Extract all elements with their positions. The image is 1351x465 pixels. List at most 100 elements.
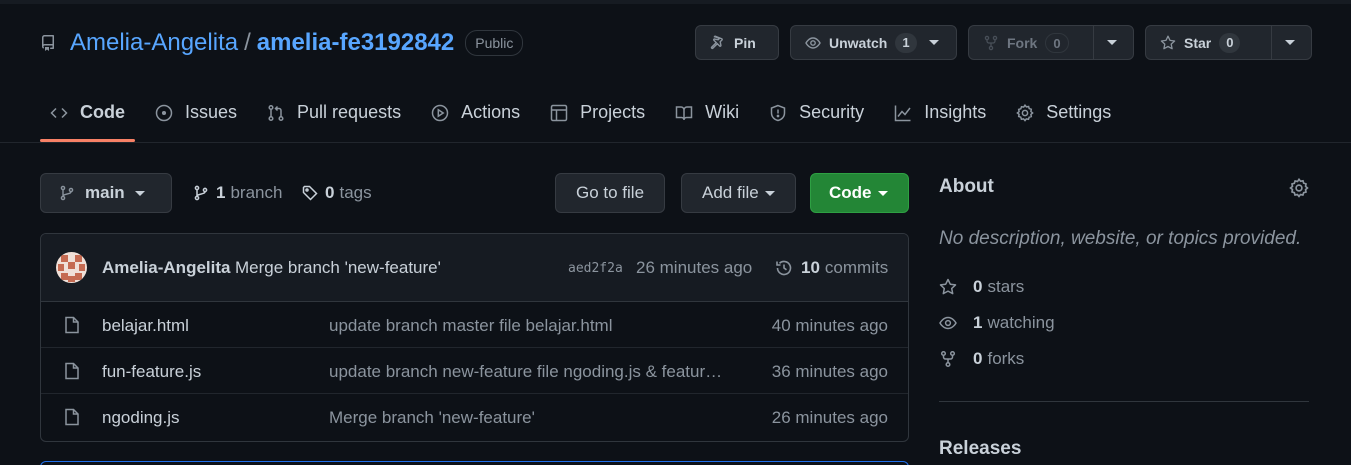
tag-label: tags bbox=[339, 183, 372, 202]
pin-icon bbox=[710, 35, 723, 49]
unwatch-label: Unwatch bbox=[829, 34, 888, 51]
repo-icon bbox=[41, 35, 54, 51]
code-download-button[interactable]: Code bbox=[810, 173, 909, 213]
star-icon bbox=[1160, 35, 1176, 49]
add-file-button[interactable]: Add file bbox=[681, 173, 796, 213]
top-border bbox=[0, 0, 1351, 4]
branch-select-button[interactable]: main bbox=[40, 173, 172, 213]
chevron-down-icon bbox=[928, 40, 939, 45]
file-time: 40 minutes ago bbox=[771, 316, 888, 335]
file-row[interactable]: ngoding.js Merge branch 'new-feature' 26… bbox=[41, 394, 908, 440]
stars-label: stars bbox=[987, 277, 1025, 296]
eye-icon bbox=[805, 36, 821, 49]
star-icon bbox=[939, 278, 957, 295]
visibility-badge: Public bbox=[465, 30, 524, 56]
star-button[interactable]: Star 0 bbox=[1145, 25, 1312, 60]
tab-issues-label: Issues bbox=[185, 102, 238, 122]
chevron-down-icon bbox=[134, 190, 145, 196]
tab-settings[interactable]: Settings bbox=[1006, 88, 1121, 142]
tags-link[interactable]: 0 tags bbox=[302, 183, 372, 203]
watching-count: 1 bbox=[973, 313, 983, 332]
fork-label: Fork bbox=[1007, 34, 1038, 51]
unwatch-button[interactable]: Unwatch 1 bbox=[790, 25, 957, 60]
stars-count: 0 bbox=[973, 277, 983, 296]
latest-commit-bar: Amelia-Angelita Merge branch 'new-featur… bbox=[41, 234, 908, 302]
chevron-down-icon bbox=[764, 190, 775, 196]
fork-dropdown-icon[interactable] bbox=[1107, 40, 1117, 45]
commit-message-link[interactable]: Merge branch 'new-feature' bbox=[235, 258, 441, 278]
avatar[interactable] bbox=[56, 252, 87, 283]
commit-sha-link[interactable]: aed2f2a bbox=[568, 261, 623, 276]
watching-label: watching bbox=[987, 313, 1055, 332]
branch-name: main bbox=[85, 183, 125, 202]
file-commit-link[interactable]: update branch new-feature file ngoding.j… bbox=[329, 362, 739, 382]
about-sidebar: About No description, website, or topics… bbox=[939, 176, 1309, 459]
repo-separator: / bbox=[244, 29, 251, 56]
file-icon bbox=[65, 408, 79, 426]
history-icon bbox=[776, 260, 792, 276]
watching-link[interactable]: 1 watching bbox=[939, 313, 1055, 333]
tab-pull-requests-label: Pull requests bbox=[297, 102, 402, 122]
file-name-link[interactable]: belajar.html bbox=[102, 316, 189, 336]
shield-icon bbox=[770, 104, 786, 122]
book-icon bbox=[675, 106, 693, 121]
commits-history-link[interactable]: 10 commits bbox=[775, 258, 888, 278]
tab-pull-requests[interactable]: Pull requests bbox=[257, 88, 411, 142]
tab-actions[interactable]: Actions bbox=[421, 88, 530, 142]
file-browser: Amelia-Angelita Merge branch 'new-featur… bbox=[40, 233, 909, 442]
tab-issues[interactable]: Issues bbox=[145, 88, 247, 142]
commit-label: commits bbox=[824, 258, 889, 277]
branch-icon bbox=[60, 185, 74, 201]
commit-author-link[interactable]: Amelia-Angelita bbox=[102, 258, 230, 278]
fork-counter: 0 bbox=[1045, 32, 1069, 53]
fork-button[interactable]: Fork 0 bbox=[968, 25, 1134, 60]
star-dropdown-icon[interactable] bbox=[1285, 40, 1295, 45]
about-description: No description, website, or topics provi… bbox=[939, 228, 1302, 249]
tab-projects[interactable]: Projects bbox=[540, 88, 655, 142]
code-button-label: Code bbox=[829, 183, 872, 202]
file-name-link[interactable]: fun-feature.js bbox=[102, 362, 201, 382]
tab-insights-label: Insights bbox=[924, 102, 987, 122]
file-row[interactable]: belajar.html update branch master file b… bbox=[41, 302, 908, 348]
tag-icon bbox=[302, 185, 318, 201]
pull-request-icon bbox=[268, 104, 284, 122]
tab-security[interactable]: Security bbox=[759, 88, 874, 142]
tab-actions-label: Actions bbox=[461, 102, 521, 122]
tab-wiki-label: Wiki bbox=[705, 102, 740, 122]
branches-link[interactable]: 1 branch bbox=[193, 183, 282, 203]
graph-icon bbox=[894, 105, 911, 122]
tab-insights[interactable]: Insights bbox=[884, 88, 996, 142]
file-row[interactable]: fun-feature.js update branch new-feature… bbox=[41, 348, 908, 394]
commit-time: 26 minutes ago bbox=[636, 258, 753, 277]
file-time: 36 minutes ago bbox=[771, 362, 888, 381]
pin-label: Pin bbox=[734, 34, 756, 51]
stars-link[interactable]: 0 stars bbox=[939, 277, 1024, 297]
branch-icon bbox=[194, 185, 208, 201]
branch-toolbar: main 1 branch 0 tags Go to file Add file… bbox=[40, 173, 909, 213]
repo-owner-link[interactable]: Amelia-Angelita bbox=[70, 28, 238, 58]
file-commit-link[interactable]: update branch master file belajar.html bbox=[329, 316, 739, 336]
forks-link[interactable]: 0 forks bbox=[939, 349, 1024, 369]
repo-name-link[interactable]: amelia-fe3192842 bbox=[257, 28, 454, 58]
pin-button[interactable]: Pin bbox=[695, 25, 779, 60]
eye-icon bbox=[939, 316, 957, 330]
tab-wiki[interactable]: Wiki bbox=[665, 88, 749, 142]
releases-heading-link[interactable]: Releases bbox=[939, 438, 1021, 460]
tag-count: 0 bbox=[325, 183, 335, 202]
code-icon bbox=[50, 107, 68, 119]
gear-icon[interactable] bbox=[1289, 178, 1309, 198]
fork-icon bbox=[940, 350, 956, 368]
branch-label: branch bbox=[230, 183, 283, 202]
tab-code[interactable]: Code bbox=[40, 88, 135, 142]
gear-icon bbox=[1016, 104, 1034, 122]
tab-security-label: Security bbox=[799, 102, 865, 122]
go-to-file-button[interactable]: Go to file bbox=[555, 173, 666, 213]
readme-box-edge bbox=[40, 461, 909, 465]
table-icon bbox=[550, 104, 568, 122]
file-commit-link[interactable]: Merge branch 'new-feature' bbox=[329, 408, 739, 428]
tab-settings-label: Settings bbox=[1046, 102, 1112, 122]
file-icon bbox=[65, 316, 79, 334]
fork-icon bbox=[984, 35, 998, 50]
watch-counter: 1 bbox=[895, 32, 917, 53]
file-name-link[interactable]: ngoding.js bbox=[102, 408, 180, 428]
